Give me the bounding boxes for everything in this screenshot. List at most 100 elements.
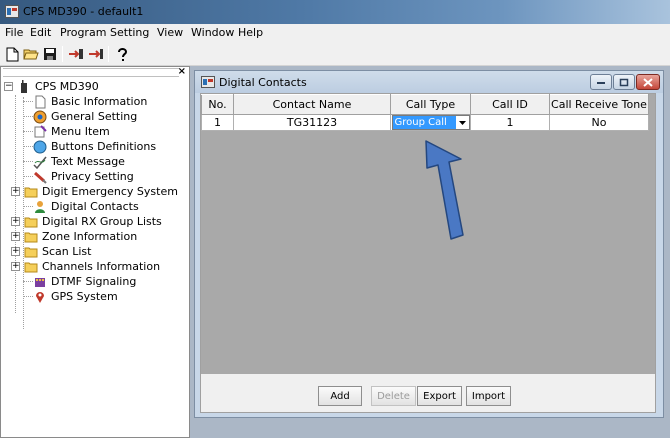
tree-line [23,131,33,132]
cell-no[interactable]: 1 [201,114,234,131]
column-header-call-receive-tone[interactable]: Call Receive Tone [549,94,649,115]
document-icon [35,95,46,108]
close-icon[interactable] [636,74,660,90]
tree-item-menu-item[interactable]: Menu Item [23,124,110,139]
minimize-icon[interactable] [590,74,612,90]
menu-view[interactable]: View [157,26,183,39]
contacts-button-bar: Add Delete Export Import [201,374,655,412]
chevron-down-icon[interactable] [455,116,469,129]
tree-item-privacy-setting[interactable]: Privacy Setting [23,169,134,184]
contacts-grid-area: No. Contact Name Call Type Call ID Call … [201,94,655,374]
menu-help[interactable]: Help [238,26,263,39]
folder-icon [24,247,38,257]
table-row[interactable]: 1 TG31123 Group Call 1 No [201,114,649,131]
navigation-tree[interactable]: × − CPS MD390 Basic Information General … [0,66,190,438]
open-folder-icon[interactable] [22,45,40,63]
tree-item-dtmf-signaling[interactable]: DTMF Signaling [23,274,137,289]
expand-icon[interactable]: + [11,217,20,226]
child-window-title: Digital Contacts [219,76,307,89]
column-header-call-type[interactable]: Call Type [390,94,471,115]
tree-item-basic-information[interactable]: Basic Information [23,94,148,109]
read-radio-icon[interactable] [67,45,85,63]
tree-item-buttons-definitions[interactable]: Buttons Definitions [23,139,156,154]
tree-line [23,296,33,297]
call-type-select[interactable]: Group Call [391,115,470,130]
tree-item-scan-list[interactable]: + Scan List [11,244,91,259]
cell-call-receive-tone[interactable]: No [549,114,649,131]
tree-item-digit-emergency-system[interactable]: + Digit Emergency System [11,184,178,199]
tree-item-label: Zone Information [42,230,138,243]
tree-item-gps-system[interactable]: GPS System [23,289,118,304]
contacts-table: No. Contact Name Call Type Call ID Call … [201,94,649,131]
menu-setting[interactable]: Setting [110,26,149,39]
tree-item-label: GPS System [51,290,118,303]
tree-line [23,176,33,177]
tree-item-label: Digital RX Group Lists [42,215,162,228]
tree-item-label: Privacy Setting [51,170,134,183]
column-header-call-id[interactable]: Call ID [470,94,550,115]
expand-icon[interactable]: + [11,247,20,256]
tree-item-label: Text Message [51,155,125,168]
cell-call-type[interactable]: Group Call [390,114,471,131]
window-title: CPS MD390 - default1 [23,5,144,18]
tree-item-label: Digit Emergency System [42,185,178,198]
tree-root-label: CPS MD390 [35,80,99,93]
tree-item-label: General Setting [51,110,138,123]
toolbar [0,42,670,66]
contacts-icon [35,200,45,213]
tree-item-digital-contacts[interactable]: Digital Contacts [23,199,139,214]
expand-icon[interactable]: + [11,232,20,241]
panel-grip[interactable] [3,68,179,77]
tree-root[interactable]: − CPS MD390 [4,79,99,94]
app-icon [5,5,19,18]
toolbar-separator [62,46,63,62]
collapse-icon[interactable]: − [4,82,13,91]
tree-line [23,116,33,117]
menu-icon [34,124,47,137]
tree-item-label: Digital Contacts [51,200,139,213]
tree-item-label: Menu Item [51,125,110,138]
export-button[interactable]: Export [417,386,462,406]
column-header-contact-name[interactable]: Contact Name [233,94,391,115]
help-icon[interactable] [113,45,131,63]
tree-item-text-message[interactable]: Text Message [23,154,125,169]
toolbar-separator [108,46,109,62]
expand-icon[interactable]: + [11,262,20,271]
menu-edit[interactable]: Edit [30,26,51,39]
panel-close-icon[interactable]: × [178,66,186,77]
add-button[interactable]: Add [318,386,362,406]
radio-device-icon [21,79,27,93]
mdi-workspace: Digital Contacts No. Contact Name Call T… [190,66,670,438]
tree-item-label: Channels Information [42,260,161,273]
menu-bar: File Edit Program Setting View Window He… [0,24,670,42]
new-file-icon[interactable] [3,45,21,63]
tree-line [15,95,16,313]
tree-line [23,281,33,282]
tree-item-channels-information[interactable]: + Channels Information [11,259,160,274]
delete-button[interactable]: Delete [371,386,416,406]
menu-window[interactable]: Window [191,26,234,39]
menu-program[interactable]: Program [60,26,106,39]
contacts-client-area: No. Contact Name Call Type Call ID Call … [200,93,656,413]
tree-item-label: Basic Information [51,95,148,108]
write-radio-icon[interactable] [87,45,105,63]
tree-item-digital-rx-group-lists[interactable]: + Digital RX Group Lists [11,214,162,229]
gps-pin-icon [36,291,44,303]
tree-item-label: DTMF Signaling [51,275,137,288]
import-button[interactable]: Import [466,386,511,406]
tree-item-general-setting[interactable]: General Setting [23,109,138,124]
expand-icon[interactable]: + [11,187,20,196]
contacts-window-icon [201,76,215,88]
tree-line [23,146,33,147]
child-window-titlebar[interactable]: Digital Contacts [195,71,663,93]
restore-icon[interactable] [613,74,635,90]
cell-contact-name[interactable]: TG31123 [233,114,391,131]
menu-file[interactable]: File [5,26,23,39]
cell-call-id[interactable]: 1 [470,114,550,131]
folder-icon [24,187,38,197]
save-icon[interactable] [41,45,59,63]
tree-item-zone-information[interactable]: + Zone Information [11,229,137,244]
tree-line [23,101,33,102]
column-header-no[interactable]: No. [201,94,234,115]
folder-icon [24,217,38,227]
